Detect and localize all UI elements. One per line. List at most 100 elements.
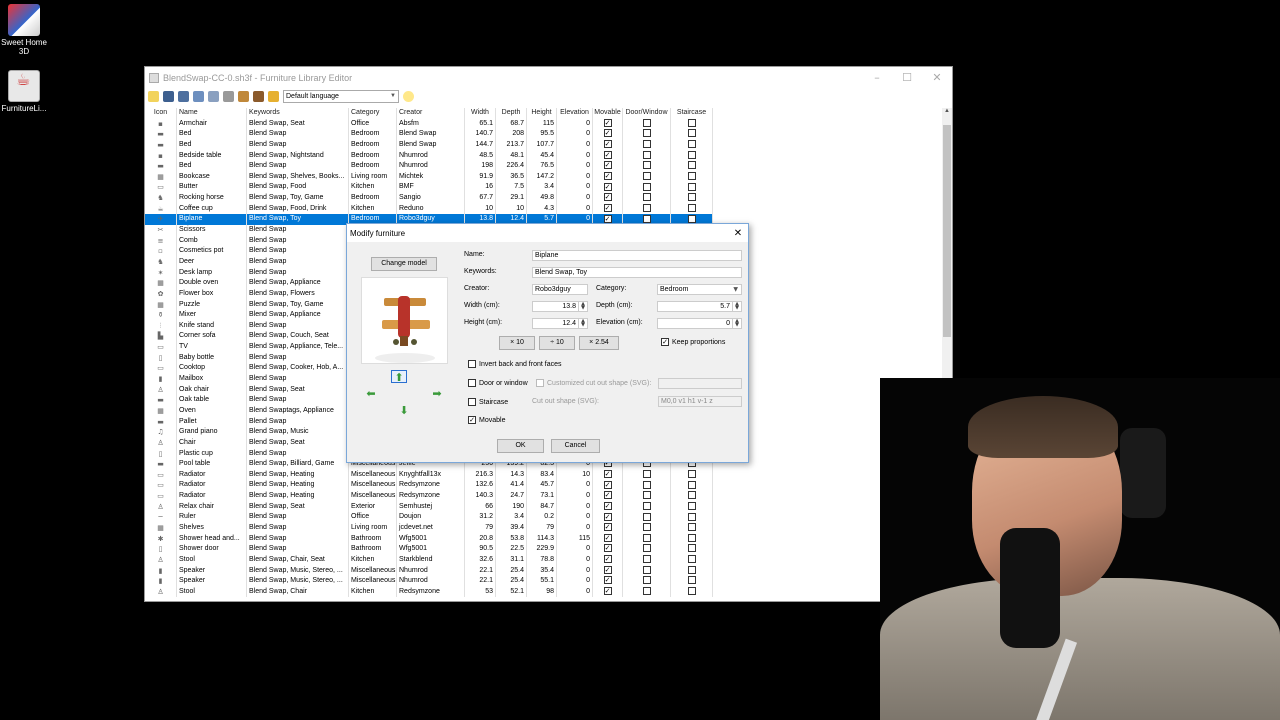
movable-checkbox[interactable]: ✓ Movable bbox=[468, 416, 505, 424]
checkbox-checked-icon[interactable]: ✓ bbox=[603, 576, 612, 585]
checkbox-icon[interactable] bbox=[687, 214, 696, 223]
invert-faces-checkbox[interactable]: Invert back and front faces bbox=[468, 360, 562, 368]
checkbox-checked-icon[interactable]: ✓ bbox=[603, 150, 612, 159]
rotate-down-icon[interactable]: ⬇ bbox=[396, 404, 412, 417]
rotate-right-icon[interactable]: ➡ bbox=[429, 387, 445, 400]
checkbox-checked-icon[interactable]: ✓ bbox=[603, 555, 612, 564]
checkbox-checked-icon[interactable]: ✓ bbox=[603, 161, 612, 170]
rotate-left-icon[interactable]: ⬅ bbox=[363, 387, 379, 400]
header-staircase[interactable]: Staircase bbox=[671, 108, 713, 119]
table-row[interactable]: ☕ Coffee cup Blend Swap, Food, Drink Kitche… bbox=[145, 203, 713, 215]
table-row[interactable]: ♙ Stool Blend Swap, Chair, Seat Kitchen Star… bbox=[145, 554, 713, 566]
width-field[interactable]: 13.8 ▲ ▼ bbox=[532, 301, 588, 312]
checkbox-icon[interactable] bbox=[642, 150, 651, 159]
cut-icon[interactable] bbox=[223, 90, 234, 102]
header-door-window[interactable]: Door/Window bbox=[623, 108, 671, 119]
save-icon[interactable] bbox=[178, 90, 189, 102]
table-row[interactable]: ▮ Speaker Blend Swap, Music, Stereo, ... Mi… bbox=[145, 565, 713, 577]
checkbox-icon[interactable] bbox=[642, 555, 651, 564]
checkbox-checked-icon[interactable]: ✓ bbox=[603, 501, 612, 510]
table-row[interactable]: ▦ Bookcase Blend Swap, Shelves, Books... Li… bbox=[145, 171, 713, 183]
save-as-icon[interactable] bbox=[193, 90, 204, 102]
table-row[interactable]: ✱ Shower head and... Blend Swap Bathroom Wfg… bbox=[145, 533, 713, 545]
checkbox-icon[interactable] bbox=[687, 161, 696, 170]
table-row[interactable]: ▭ Butter Blend Swap, Food Kitchen BMF 16 7.5 3.… bbox=[145, 182, 713, 194]
checkbox-icon[interactable] bbox=[642, 523, 651, 532]
desktop-icon-furniture-library[interactable]: FurnitureLi... bbox=[0, 70, 48, 113]
table-row[interactable]: ▪ Armchair Blend Swap, Seat Office Absfm 65.1… bbox=[145, 118, 713, 130]
checkbox-icon[interactable] bbox=[687, 565, 696, 574]
checkbox-icon[interactable] bbox=[642, 565, 651, 574]
close-icon[interactable]: ✕ bbox=[728, 228, 748, 239]
import-icon[interactable] bbox=[238, 90, 249, 102]
checkbox-icon[interactable] bbox=[642, 480, 651, 489]
checkbox-checked-icon[interactable]: ✓ bbox=[603, 193, 612, 202]
spinner-icon[interactable]: ▲ ▼ bbox=[578, 302, 587, 311]
checkbox-icon[interactable] bbox=[642, 203, 651, 212]
checkbox-checked-icon[interactable]: ✓ bbox=[603, 118, 612, 127]
scrollbar-thumb[interactable] bbox=[943, 125, 951, 337]
checkbox-checked-icon[interactable]: ✓ bbox=[603, 491, 612, 500]
table-row[interactable]: ─ Ruler Blend Swap Office Doujon 31.2 3.4 0.2 0 ✓ bbox=[145, 512, 713, 523]
checkbox-icon[interactable] bbox=[642, 214, 651, 223]
checkbox-icon[interactable] bbox=[642, 586, 651, 595]
checkbox-icon[interactable] bbox=[687, 203, 696, 212]
checkbox-icon[interactable] bbox=[687, 544, 696, 553]
checkbox-icon[interactable] bbox=[687, 586, 696, 595]
checkbox-icon[interactable] bbox=[642, 182, 651, 191]
checkbox-icon[interactable] bbox=[687, 480, 696, 489]
checkbox-icon[interactable] bbox=[687, 172, 696, 180]
header-movable[interactable]: Movable bbox=[593, 108, 623, 119]
checkbox-checked-icon[interactable]: ✓ bbox=[603, 565, 612, 574]
checkbox-checked-icon[interactable]: ✓ bbox=[603, 214, 612, 223]
cancel-button[interactable]: Cancel bbox=[551, 439, 600, 453]
checkbox-checked-icon[interactable]: ✓ bbox=[603, 533, 612, 542]
import-zip-icon[interactable] bbox=[253, 90, 264, 102]
height-field[interactable]: 12.4 ▲ ▼ bbox=[532, 318, 588, 329]
checkbox-icon[interactable] bbox=[642, 544, 651, 553]
checkbox-icon[interactable] bbox=[687, 533, 696, 542]
checkbox-icon[interactable] bbox=[642, 118, 651, 127]
checkbox-icon[interactable] bbox=[687, 150, 696, 159]
header-icon[interactable]: Icon bbox=[145, 108, 177, 119]
checkbox-icon[interactable] bbox=[642, 140, 651, 149]
table-row[interactable]: ▬ Bed Blend Swap Bedroom Blend Swap 140.7 208 9… bbox=[145, 129, 713, 140]
checkbox-icon[interactable] bbox=[642, 469, 651, 478]
checkbox-checked-icon[interactable]: ✓ bbox=[603, 182, 612, 191]
multiply-2-54-button[interactable]: × 2.54 bbox=[579, 336, 619, 350]
header-depth[interactable]: Depth bbox=[496, 108, 527, 119]
customized-cut-out-field[interactable] bbox=[658, 378, 742, 389]
customized-cut-out-checkbox[interactable]: Customized cut out shape (SVG): bbox=[536, 379, 651, 387]
checkbox-icon[interactable] bbox=[642, 193, 651, 202]
table-row[interactable]: ▭ Radiator Blend Swap, Heating Miscellaneou… bbox=[145, 480, 713, 492]
checkbox-checked-icon[interactable]: ✓ bbox=[603, 523, 612, 532]
multiply-10-button[interactable]: × 10 bbox=[499, 336, 535, 350]
staircase-checkbox[interactable]: Staircase bbox=[468, 398, 508, 406]
checkbox-icon[interactable] bbox=[642, 533, 651, 542]
scroll-up-icon[interactable]: ▲ bbox=[942, 108, 952, 122]
category-select[interactable]: Bedroom ▼ bbox=[657, 284, 742, 295]
table-row[interactable]: ♙ Stool Blend Swap, Chair Kitchen Redsymzone… bbox=[145, 586, 713, 598]
checkbox-icon[interactable] bbox=[687, 182, 696, 191]
lightbulb-icon[interactable] bbox=[403, 90, 414, 102]
spinner-icon[interactable]: ▲ ▼ bbox=[732, 319, 741, 328]
header-category[interactable]: Category bbox=[349, 108, 397, 119]
checkbox-icon[interactable] bbox=[642, 161, 651, 170]
checkbox-icon[interactable] bbox=[642, 129, 651, 138]
header-keywords[interactable]: Keywords bbox=[247, 108, 349, 119]
checkbox-checked-icon[interactable]: ✓ bbox=[603, 140, 612, 149]
checkbox-icon[interactable] bbox=[642, 512, 651, 521]
table-row[interactable]: ▮ Speaker Blend Swap, Music, Stereo, ... Mi… bbox=[145, 576, 713, 587]
checkbox-checked-icon[interactable]: ✓ bbox=[603, 586, 612, 595]
door-or-window-checkbox[interactable]: Door or window bbox=[468, 379, 528, 387]
checkbox-icon[interactable] bbox=[687, 129, 696, 138]
ok-button[interactable]: OK bbox=[497, 439, 544, 453]
change-model-button[interactable]: Change model bbox=[371, 257, 437, 271]
checkbox-icon[interactable] bbox=[687, 193, 696, 202]
checkbox-icon[interactable] bbox=[642, 172, 651, 180]
spinner-icon[interactable]: ▲ ▼ bbox=[578, 319, 587, 328]
checkbox-icon[interactable] bbox=[687, 576, 696, 585]
open-icon[interactable] bbox=[163, 90, 174, 102]
table-row[interactable]: ♙ Relax chair Blend Swap, Seat Exterior Semh… bbox=[145, 501, 713, 513]
table-row[interactable]: ▭ Radiator Blend Swap, Heating Miscellaneou… bbox=[145, 469, 713, 481]
